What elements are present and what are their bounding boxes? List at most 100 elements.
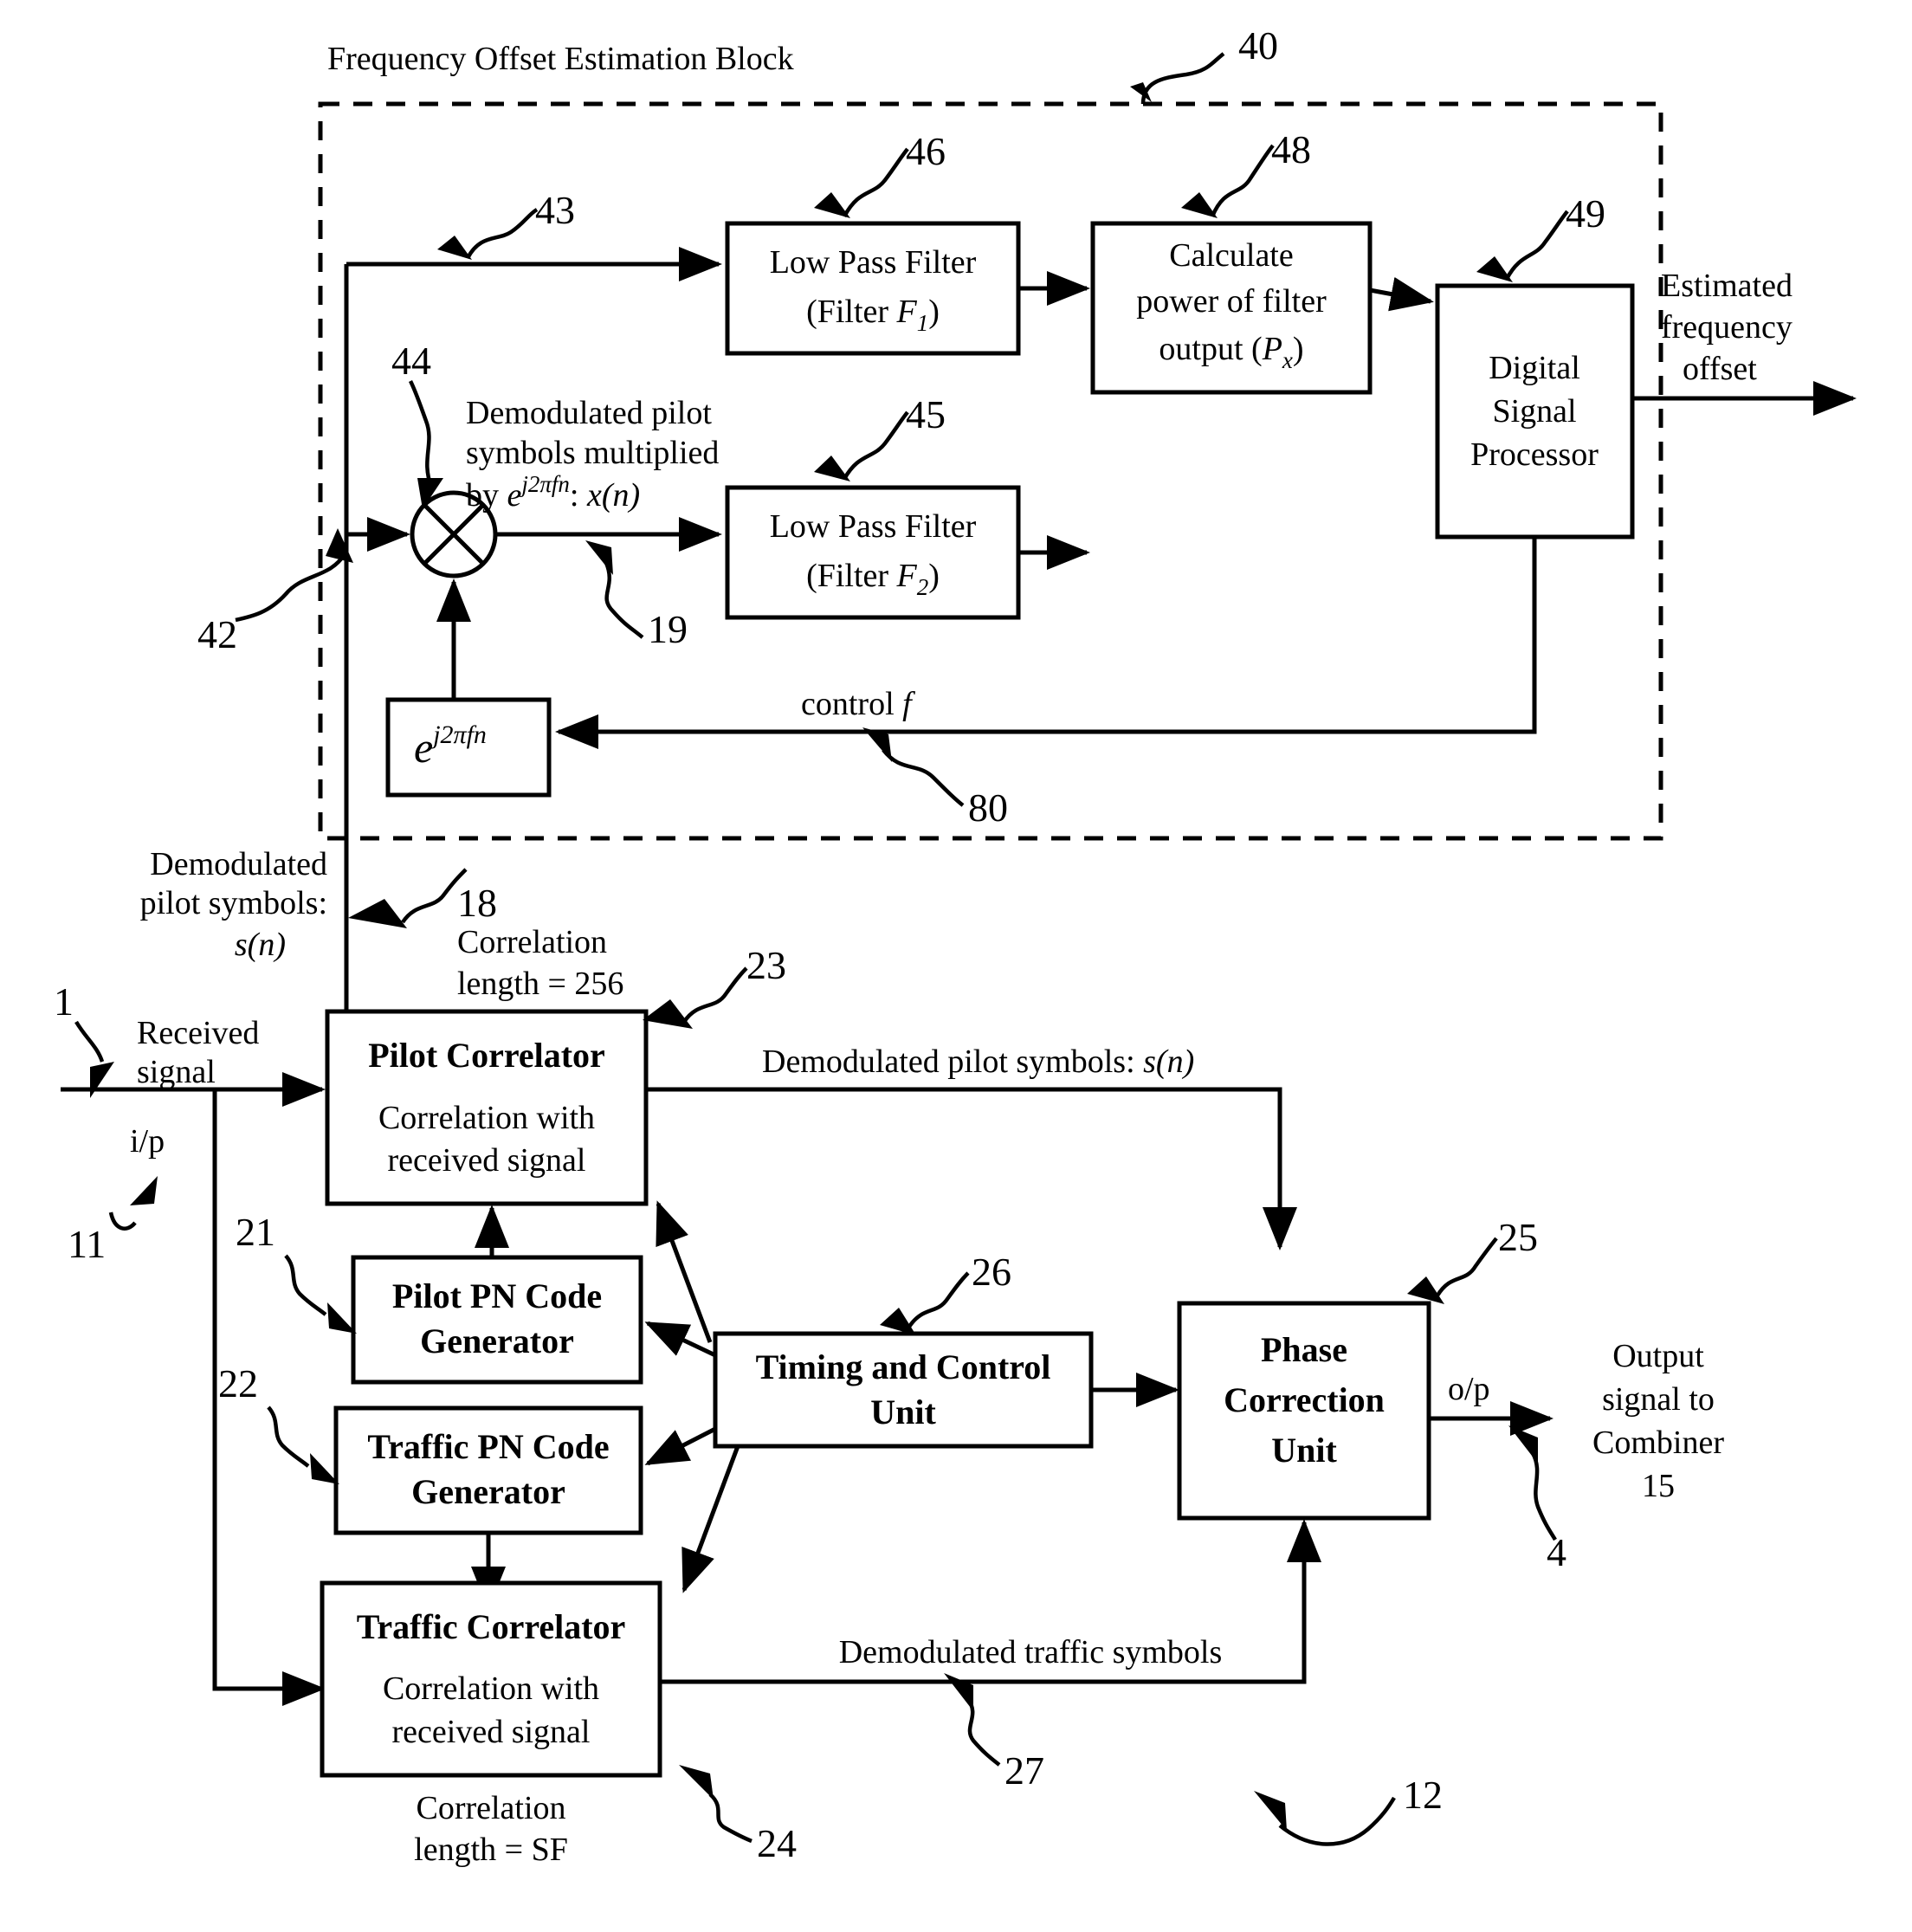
wire-pilot-symbols-to-phase-correction	[646, 1087, 1297, 1251]
leader-40	[1140, 52, 1225, 105]
ref-48: 48	[1271, 127, 1311, 171]
traffic-pn-l2: Generator	[411, 1472, 565, 1511]
ref-24: 24	[757, 1821, 797, 1865]
leader-1	[74, 1020, 105, 1063]
traffic-correlator-l2: received signal	[392, 1714, 591, 1750]
ref-22: 22	[218, 1361, 258, 1405]
patent-figure: Frequency Offset Estimation Block 40 43 …	[0, 0, 1912, 1932]
ref-44: 44	[391, 339, 431, 383]
leader-26	[908, 1271, 970, 1328]
wire-timing-to-traffic-correlator	[681, 1445, 740, 1593]
label-demod-pilot-l2: pilot symbols:	[140, 885, 327, 921]
label-demod-pilot-inline: Demodulated pilot symbols: s(n)	[762, 1044, 1194, 1080]
label-received-signal-l2: signal	[137, 1054, 216, 1090]
label-ip: i/p	[130, 1123, 165, 1160]
lpf1-line1: Low Pass Filter	[770, 244, 977, 281]
ref-23: 23	[746, 943, 786, 987]
leader-19-head	[585, 540, 613, 575]
leader-12	[1278, 1796, 1396, 1846]
label-demod-pilot-l1: Demodulated	[150, 846, 327, 882]
leader-48	[1210, 144, 1275, 217]
ref-11: 11	[68, 1222, 106, 1266]
leader-21	[284, 1254, 327, 1316]
pilot-correlator-l1: Correlation with	[378, 1100, 595, 1136]
phase-correction-l2: Correction	[1224, 1380, 1385, 1419]
ref-21: 21	[236, 1210, 275, 1254]
wire-timing-to-traffic-pn	[644, 1426, 717, 1466]
leader-80	[882, 748, 965, 807]
ref-18: 18	[457, 881, 497, 925]
label-control-f: control f	[801, 686, 915, 722]
ref-25: 25	[1498, 1215, 1538, 1259]
ref-12: 12	[1403, 1773, 1443, 1817]
label-output-combiner-l3: Combiner	[1592, 1425, 1724, 1461]
label-demod-traffic: Demodulated traffic symbols	[839, 1634, 1223, 1670]
leader-11	[108, 1212, 137, 1231]
leader-46-head	[814, 192, 850, 218]
pilot-pn-l2: Generator	[420, 1321, 574, 1360]
leader-45	[843, 410, 909, 481]
leader-11-head	[130, 1176, 158, 1205]
dsp-line3: Processor	[1470, 436, 1599, 473]
powerx-line2: power of filter	[1136, 283, 1327, 320]
label-demod-mult-line2: symbols multiplied	[466, 435, 719, 471]
powerx-line1: Calculate	[1169, 237, 1293, 274]
block-low-pass-filter-1[interactable]	[725, 221, 1021, 356]
label-correlation-len-traffic-l1: Correlation	[416, 1790, 565, 1826]
label-received-signal-l1: Received	[137, 1015, 259, 1051]
lpf2-line1: Low Pass Filter	[770, 508, 977, 545]
traffic-correlator-title: Traffic Correlator	[357, 1607, 626, 1646]
ref-27: 27	[1004, 1748, 1044, 1793]
leader-42	[235, 552, 346, 623]
leader-4	[1530, 1451, 1557, 1541]
label-estimated-offset-l2: frequency	[1661, 309, 1792, 346]
label-output-combiner-l2: signal to	[1602, 1381, 1715, 1418]
leader-43-head	[437, 236, 472, 260]
leader-43	[466, 208, 539, 260]
label-demod-mult-line1: Demodulated pilot	[466, 395, 712, 431]
phase-correction-l3: Unit	[1271, 1431, 1337, 1470]
phase-correction-l1: Phase	[1261, 1330, 1347, 1369]
wire-control-f-feedback	[554, 537, 1537, 749]
leader-24	[708, 1793, 753, 1844]
leader-49	[1505, 210, 1569, 281]
figure-title: Frequency Offset Estimation Block	[327, 41, 794, 77]
label-op: o/p	[1448, 1371, 1490, 1407]
ref-80: 80	[968, 785, 1008, 830]
leader-44	[408, 379, 434, 488]
leader-45-head	[814, 456, 850, 481]
ref-26: 26	[972, 1250, 1011, 1294]
leader-27-head	[944, 1673, 973, 1711]
pilot-correlator-title: Pilot Correlator	[368, 1036, 605, 1075]
label-output-combiner-l1: Output	[1612, 1338, 1704, 1374]
leader-23	[682, 966, 748, 1024]
timing-control-l1: Timing and Control	[756, 1347, 1051, 1386]
ref-49: 49	[1566, 191, 1605, 236]
label-output-combiner-l4: 15	[1642, 1468, 1675, 1504]
ref-45: 45	[906, 392, 946, 436]
leader-1-head	[90, 1062, 114, 1098]
powerx-line3: output (Px)	[1159, 331, 1303, 373]
pilot-pn-l1: Pilot PN Code	[392, 1276, 602, 1315]
dsp-line1: Digital	[1489, 350, 1580, 386]
leader-25	[1436, 1237, 1498, 1297]
leader-46	[843, 147, 909, 218]
pilot-correlator-l2: received signal	[388, 1142, 586, 1179]
leader-18-head	[348, 899, 407, 928]
timing-control-l2: Unit	[870, 1392, 936, 1431]
label-demod-pilot-l3: s(n)	[235, 927, 286, 963]
ref-4: 4	[1547, 1530, 1566, 1574]
dsp-line2: Signal	[1492, 393, 1576, 430]
wire-timing-to-pilot-correlator	[656, 1200, 713, 1343]
leader-23-head	[643, 999, 693, 1029]
ref-42: 42	[197, 612, 237, 656]
traffic-correlator-l1: Correlation with	[383, 1670, 599, 1707]
ref-1: 1	[54, 979, 74, 1024]
block-low-pass-filter-2[interactable]	[725, 485, 1021, 620]
traffic-pn-l1: Traffic PN Code	[367, 1427, 609, 1466]
leader-22	[267, 1405, 310, 1468]
leader-4-head	[1508, 1425, 1538, 1464]
label-correlation-len-pilot-l2: length = 256	[457, 966, 623, 1002]
ref-40: 40	[1238, 23, 1278, 68]
ref-19: 19	[648, 607, 688, 651]
